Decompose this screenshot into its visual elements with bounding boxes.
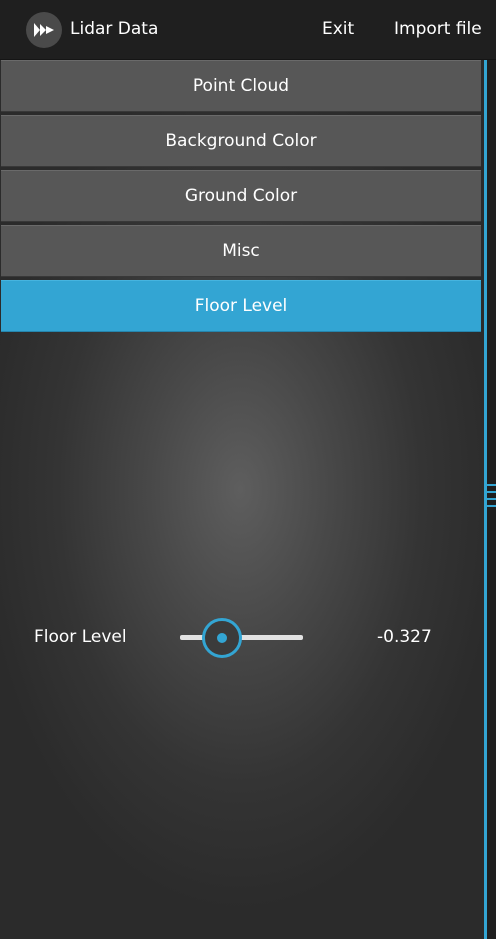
exit-button[interactable]: Exit	[322, 18, 354, 40]
ground-color-button[interactable]: Ground Color	[1, 170, 481, 222]
app-logo-icon	[26, 12, 62, 48]
app-window: Lidar Data Exit Import file Point Cloud …	[0, 0, 496, 939]
background-color-button[interactable]: Background Color	[1, 115, 481, 167]
slider-thumb[interactable]	[201, 618, 242, 658]
app-title: Lidar Data	[70, 19, 159, 39]
floor-level-slider[interactable]	[180, 618, 304, 658]
import-file-button[interactable]: Import file	[394, 18, 482, 40]
floor-level-value: -0.327	[377, 627, 432, 647]
splitter-grip-icon[interactable]	[486, 484, 496, 516]
settings-panel: Point Cloud Background Color Ground Colo…	[0, 60, 484, 939]
floor-level-label: Floor Level	[34, 627, 127, 647]
floor-level-button[interactable]: Floor Level	[1, 280, 481, 332]
point-cloud-button[interactable]: Point Cloud	[1, 60, 481, 112]
action-bar: Lidar Data Exit Import file	[0, 0, 496, 60]
misc-button[interactable]: Misc	[1, 225, 481, 277]
panel-splitter[interactable]	[484, 60, 496, 939]
